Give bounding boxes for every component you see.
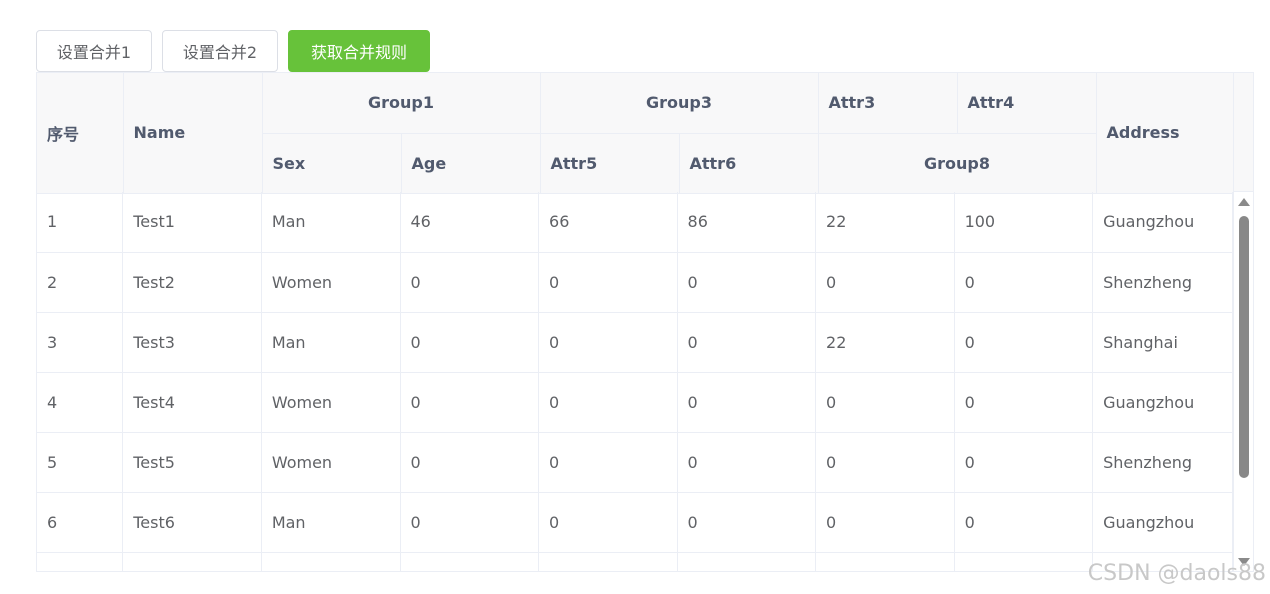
cell-age: 0 [400,252,540,313]
table-row[interactable]: 1 Test1 Man 46 66 86 22 100 Guangzhou [37,192,1233,253]
cell-index: 4 [37,372,124,433]
cell-address: Guangzhou [1092,372,1233,433]
cell-attr5: 66 [538,192,678,253]
cell-index: 1 [37,192,124,253]
table-row[interactable]: 5 Test5 Women 0 0 0 0 0 Shenzheng [37,432,1233,493]
cell-index: 5 [37,432,124,493]
table-header: 序号 Name Group1 Group3 Attr3 Attr4 Addres… [37,73,1237,194]
header-group1[interactable]: Group1 [262,73,541,134]
watermark: CSDN @daols88 [1087,561,1266,586]
cell-name: Test1 [122,192,262,253]
table-body: 1 Test1 Man 46 66 86 22 100 Guangzhou 2 … [37,192,1233,571]
vertical-scrollbar[interactable] [1233,192,1253,571]
cell-attr3: 22 [815,312,955,373]
cell-attr6: 0 [677,372,817,433]
cell-attr3 [815,552,955,571]
cell-address: Shenzheng [1092,432,1233,493]
cell-index [37,552,124,571]
cell-attr4: 0 [954,492,1094,553]
cell-attr5: 0 [538,312,678,373]
cell-attr5 [538,552,678,571]
header-attr3[interactable]: Attr3 [818,73,958,134]
cell-attr4: 0 [954,372,1094,433]
cell-index: 6 [37,492,124,553]
cell-attr4: 0 [954,432,1094,493]
cell-attr6: 0 [677,492,817,553]
cell-attr3: 22 [815,192,955,253]
table-row[interactable]: 3 Test3 Man 0 0 0 22 0 Shanghai [37,312,1233,373]
table-row[interactable]: 2 Test2 Women 0 0 0 0 0 Shenzheng [37,252,1233,313]
set-merge-1-button[interactable]: 设置合并1 [36,30,152,72]
cell-attr6: 86 [677,192,817,253]
cell-attr6 [677,552,817,571]
scrollbar-thumb[interactable] [1239,216,1249,478]
table-row[interactable]: 4 Test4 Women 0 0 0 0 0 Guangzhou [37,372,1233,433]
header-attr5[interactable]: Attr5 [540,133,680,194]
cell-attr3: 0 [815,492,955,553]
cell-name: Test2 [122,252,262,313]
cell-attr4: 0 [954,252,1094,313]
cell-age: 0 [400,372,540,433]
cell-name: Test5 [122,432,262,493]
cell-attr6: 0 [677,432,817,493]
cell-sex: Women [261,372,401,433]
cell-attr4: 100 [954,192,1094,253]
cell-age [400,552,540,571]
table-row[interactable]: 6 Test6 Man 0 0 0 0 0 Guangzhou [37,492,1233,553]
cell-sex: Man [261,312,401,373]
cell-name: Test4 [122,372,262,433]
cell-attr4 [954,552,1094,571]
header-sex[interactable]: Sex [262,133,402,194]
header-attr4[interactable]: Attr4 [957,73,1097,134]
header-index[interactable]: 序号 [37,73,124,194]
cell-sex [261,552,401,571]
cell-age: 0 [400,312,540,373]
cell-attr6: 0 [677,252,817,313]
data-table: 序号 Name Group1 Group3 Attr3 Attr4 Addres… [36,72,1254,572]
table-row-partial[interactable] [37,552,1233,571]
cell-address: Shanghai [1092,312,1233,373]
header-age[interactable]: Age [401,133,541,194]
cell-sex: Women [261,252,401,313]
cell-attr5: 0 [538,432,678,493]
header-attr6[interactable]: Attr6 [679,133,819,194]
get-merge-rules-button[interactable]: 获取合并规则 [288,30,430,72]
cell-sex: Man [261,492,401,553]
cell-sex: Man [261,192,401,253]
cell-attr6: 0 [677,312,817,373]
cell-attr3: 0 [815,252,955,313]
cell-sex: Women [261,432,401,493]
toolbar: 设置合并1 设置合并2 获取合并规则 [36,30,430,72]
set-merge-2-button[interactable]: 设置合并2 [162,30,278,72]
header-name[interactable]: Name [123,73,263,194]
cell-age: 0 [400,432,540,493]
cell-address: Guangzhou [1092,192,1233,253]
cell-age: 46 [400,192,540,253]
header-gutter [1233,73,1253,192]
cell-attr3: 0 [815,432,955,493]
cell-address: Shenzheng [1092,252,1233,313]
cell-attr3: 0 [815,372,955,433]
cell-name: Test3 [122,312,262,373]
cell-attr5: 0 [538,492,678,553]
cell-name: Test6 [122,492,262,553]
scroll-up-arrow-icon[interactable] [1238,198,1250,206]
cell-age: 0 [400,492,540,553]
cell-attr5: 0 [538,252,678,313]
cell-name [122,552,262,571]
cell-attr4: 0 [954,312,1094,373]
cell-index: 3 [37,312,124,373]
cell-address: Guangzhou [1092,492,1233,553]
header-group8[interactable]: Group8 [818,133,1097,194]
header-group3[interactable]: Group3 [540,73,819,134]
cell-index: 2 [37,252,124,313]
header-address[interactable]: Address [1096,73,1237,194]
cell-attr5: 0 [538,372,678,433]
